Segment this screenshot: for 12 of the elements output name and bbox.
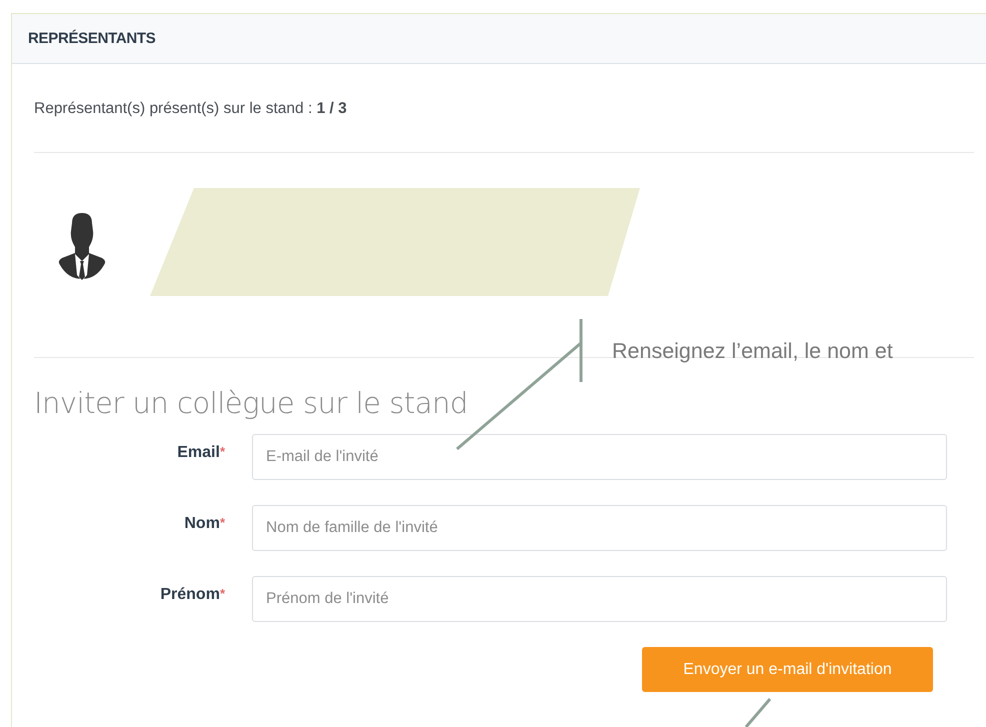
send-invitation-button[interactable]: Envoyer un e-mail d'invitation (642, 647, 933, 692)
text-input[interactable]: Nom de famille de l'invité (252, 505, 947, 551)
field-label: Prénom* (159, 586, 226, 604)
text-input[interactable]: E-mail de l'invité (252, 434, 947, 480)
field-label: Email* (176, 444, 226, 462)
leader-line (744, 698, 772, 727)
text-input[interactable]: Prénom de l'invité (252, 576, 947, 622)
annotation-text: Renseignez l’email, le nom et (612, 339, 893, 364)
field-label: Nom* (183, 515, 226, 533)
panel-title: REPRÉSENTANTS (28, 30, 156, 47)
present-count-text: Représentant(s) présent(s) sur le stand : 1 / 3 (34, 99, 348, 119)
invite-heading: Inviter un collègue sur le stand (34, 386, 469, 420)
